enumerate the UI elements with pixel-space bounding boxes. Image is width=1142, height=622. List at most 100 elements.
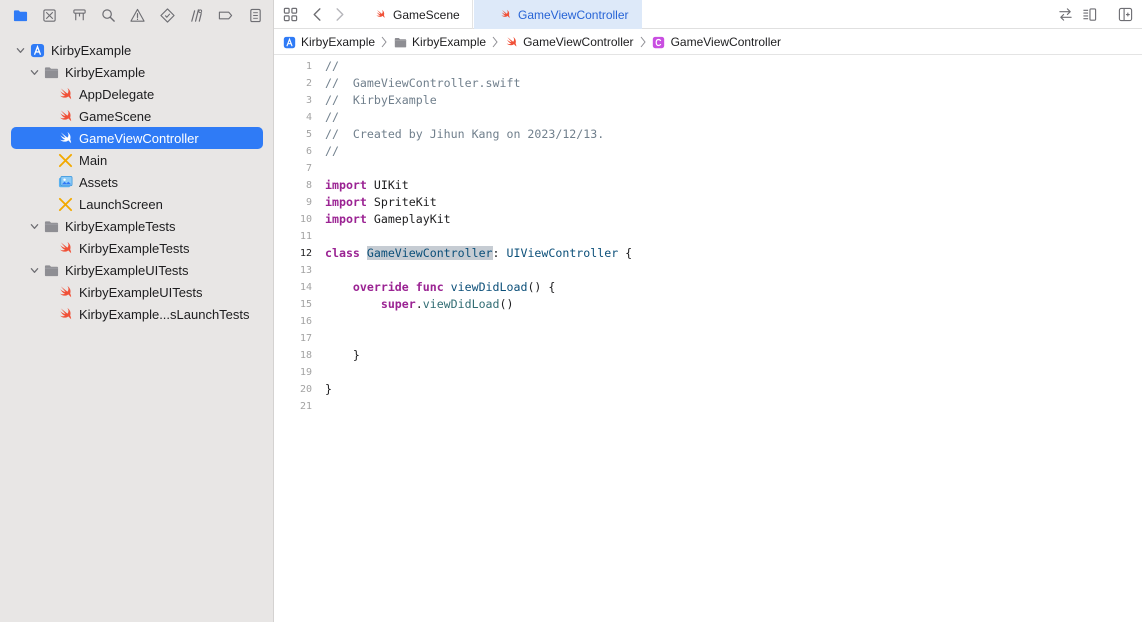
code-text: import UIKit — [325, 177, 409, 194]
breadcrumb-separator-icon — [489, 35, 501, 49]
project-navigator: KirbyExample KirbyExample AppDelegate GameS… — [0, 0, 274, 622]
back-chevron-icon[interactable] — [308, 5, 326, 23]
file-item[interactable]: Assets — [0, 171, 274, 193]
line-number: 4 — [305, 112, 312, 123]
forward-chevron-icon[interactable] — [330, 5, 348, 23]
breadcrumb-separator-icon — [637, 35, 649, 49]
code-token-type2: viewDidLoad — [450, 280, 528, 294]
tree-item-label: GameViewController — [79, 130, 199, 146]
file-item[interactable]: Main — [0, 149, 274, 171]
group-item[interactable]: KirbyExample — [0, 61, 274, 83]
code-text: import SpriteKit — [325, 194, 437, 211]
code-line[interactable]: 1 // — [274, 58, 1142, 75]
file-item[interactable]: GameScene — [0, 105, 274, 127]
line-number: 2 — [305, 78, 312, 89]
disclosure-chevron-icon[interactable] — [15, 45, 25, 55]
group-item[interactable]: KirbyExampleUITests — [0, 259, 274, 281]
warning-icon[interactable] — [127, 4, 148, 26]
breakpoint-icon[interactable] — [215, 4, 236, 26]
file-item[interactable]: KirbyExample...sLaunchTests — [0, 303, 274, 325]
code-line[interactable]: 9 import SpriteKit — [274, 194, 1142, 211]
disclosure-chevron-icon[interactable] — [29, 221, 39, 231]
test-icon[interactable] — [157, 4, 178, 26]
tree-item-label: LaunchScreen — [79, 196, 163, 212]
code-line[interactable]: 18 } — [274, 347, 1142, 364]
line-number: 16 — [299, 316, 312, 327]
storyboard-icon — [57, 196, 73, 212]
code-line[interactable]: 5 // Created by Jihun Kang on 2023/12/13. — [274, 126, 1142, 143]
code-line[interactable]: 19 — [274, 364, 1142, 381]
code-text: // — [325, 143, 339, 160]
code-line[interactable]: 12 class GameViewController: UIViewContro… — [274, 245, 1142, 262]
code-token-keyword: override — [352, 280, 409, 294]
code-line[interactable]: 16 — [274, 313, 1142, 330]
file-item[interactable]: KirbyExampleTests — [0, 237, 274, 259]
tab-gameviewcontroller[interactable]: GameViewController — [474, 0, 642, 29]
tree-item-label: KirbyExample — [51, 42, 132, 58]
breadcrumb-item[interactable]: GameViewController — [504, 35, 634, 49]
code-line[interactable]: 11 — [274, 228, 1142, 245]
code-line[interactable]: 2 // GameViewController.swift — [274, 75, 1142, 92]
code-line[interactable]: 13 — [274, 262, 1142, 279]
search-icon[interactable] — [98, 4, 119, 26]
code-text: // — [325, 58, 339, 75]
split-editor-icon[interactable] — [1116, 5, 1134, 23]
code-text: } — [325, 347, 360, 364]
tree-item-label: KirbyExampleUITests — [79, 284, 203, 300]
disclosure-chevron-icon[interactable] — [29, 67, 39, 77]
tree-item-label: KirbyExample — [65, 64, 146, 80]
code-token-plain: : — [492, 246, 507, 260]
code-token-highlight: GameViewController — [366, 246, 493, 260]
breadcrumb-label: KirbyExample — [412, 35, 487, 49]
hierarchy-icon[interactable] — [69, 4, 90, 26]
code-line[interactable]: 14 override func viewDidLoad() { — [274, 279, 1142, 296]
breadcrumb-label: GameViewController — [523, 35, 634, 49]
editor-options-icon[interactable] — [1080, 5, 1098, 23]
code-token-call: viewDidLoad — [422, 297, 500, 311]
code-line[interactable]: 21 — [274, 398, 1142, 415]
source-control-icon[interactable] — [39, 4, 60, 26]
file-item[interactable]: AppDelegate — [0, 83, 274, 105]
code-line[interactable]: 8 import UIKit — [274, 177, 1142, 194]
code-line[interactable]: 7 — [274, 160, 1142, 177]
line-number: 18 — [299, 350, 312, 361]
grid-icon[interactable] — [281, 5, 299, 23]
breadcrumb-item[interactable]: KirbyExample — [393, 35, 486, 49]
code-token-comment: // — [325, 110, 339, 124]
line-number: 20 — [299, 384, 312, 395]
source-editor: GameScene GameViewController KirbyExampl… — [274, 0, 1142, 622]
line-number: 5 — [305, 129, 312, 140]
tree-item-label: KirbyExampleUITests — [65, 262, 189, 278]
code-line[interactable]: 6 // — [274, 143, 1142, 160]
group-item[interactable]: KirbyExampleTests — [0, 215, 274, 237]
code-area[interactable]: 1 // 2 // GameViewController.swift 3 // Kirby… — [274, 58, 1142, 415]
swift-file-icon — [57, 86, 73, 102]
file-item[interactable]: LaunchScreen — [0, 193, 274, 215]
debug-icon[interactable] — [186, 4, 207, 26]
swift-icon — [375, 9, 387, 21]
swap-arrows-icon[interactable] — [1056, 5, 1074, 23]
disclosure-chevron-icon[interactable] — [29, 265, 39, 275]
code-line[interactable]: 4 // — [274, 109, 1142, 126]
code-line[interactable]: 15 super.viewDidLoad() — [274, 296, 1142, 313]
line-number: 9 — [305, 197, 312, 208]
breadcrumb-item[interactable]: GameViewController — [652, 35, 781, 49]
code-line[interactable]: 17 — [274, 330, 1142, 347]
code-line[interactable]: 3 // KirbyExample — [274, 92, 1142, 109]
file-item[interactable]: GameViewController — [0, 127, 274, 149]
breadcrumb-item[interactable]: KirbyExample — [282, 35, 375, 49]
code-line[interactable]: 10 import GameplayKit — [274, 211, 1142, 228]
class-icon — [652, 35, 666, 49]
line-number: 19 — [299, 367, 312, 378]
folder-icon[interactable] — [10, 4, 31, 26]
project-item[interactable]: KirbyExample — [0, 39, 274, 61]
code-line[interactable]: 20} — [274, 381, 1142, 398]
report-icon[interactable] — [245, 4, 266, 26]
file-item[interactable]: KirbyExampleUITests — [0, 281, 274, 303]
tab-gamescene[interactable]: GameScene — [361, 0, 473, 29]
